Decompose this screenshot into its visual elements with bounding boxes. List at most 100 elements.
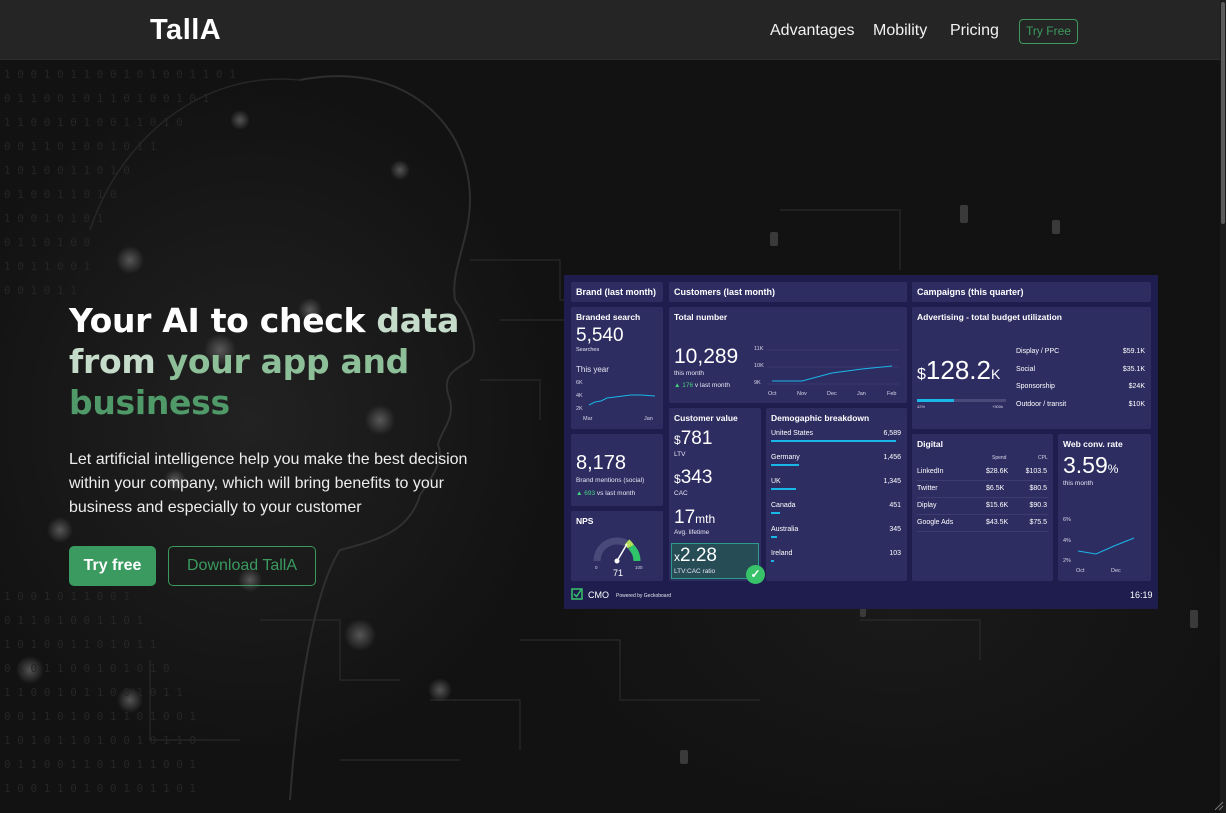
brand-logo[interactable]: TallA [150, 14, 221, 47]
currency-symbol: $ [674, 472, 681, 486]
digital-cpl: $80.5 [1029, 485, 1047, 492]
headline-part: your [166, 342, 250, 381]
page-scrollbar[interactable] [1220, 0, 1226, 813]
svg-text:0 0 1 0 1 1: 0 0 1 0 1 1 [4, 284, 77, 297]
progress-max: +300k [992, 404, 1004, 409]
svg-text:0 1 1 0 0 1 1 0 1 0 1 1 0 0 1: 0 1 1 0 0 1 1 0 1 0 1 1 0 0 1 [4, 758, 196, 771]
resize-grip-icon[interactable] [1212, 799, 1224, 811]
svg-text:0 1 0 1 1 0 0 1 0 1 0 1 0: 0 1 0 1 1 0 0 1 0 1 0 1 0 [4, 662, 170, 675]
headline-part: data [376, 301, 460, 340]
svg-text:1 1 0 0 1 0 1 0 0 1 1 0 1 0: 1 1 0 0 1 0 1 0 0 1 1 0 1 0 [4, 116, 183, 129]
svg-text:0 1 1 0 1 0 0 1 1 0 1: 0 1 1 0 1 0 0 1 1 0 1 [4, 614, 143, 627]
total-number-linechart [767, 349, 899, 385]
branded-search-sparkline [588, 394, 656, 406]
advertising-value: $128.2K [917, 355, 1000, 386]
country-bar [771, 512, 780, 514]
country-label: Australia [771, 526, 799, 533]
dashboard-clock: 16:19 [1130, 590, 1153, 600]
headline-part: from [69, 342, 156, 381]
brand-mentions-label: Brand mentions (social) [576, 477, 645, 484]
table-row-divider [917, 480, 1048, 481]
country-value: 1,456 [883, 454, 901, 461]
ad-channel-value: $24K [1128, 383, 1145, 390]
column-header-spend: Spend [992, 455, 1007, 461]
ratio-label: LTV:CAC ratio [674, 568, 716, 575]
country-bar [771, 536, 778, 538]
headline-part: Your AI to check [69, 301, 366, 340]
headline-part: app and [260, 342, 410, 381]
try-free-button[interactable]: Try free [69, 546, 156, 586]
card-title: Customer value [674, 413, 738, 423]
table-row-divider [917, 514, 1048, 515]
country-bar [771, 440, 896, 442]
ltv-label: LTV [674, 451, 686, 458]
delta-suffix: vs last month [596, 490, 636, 497]
svg-text:0 1 0 0 1 1 0 1 0: 0 1 0 0 1 1 0 1 0 [4, 188, 117, 201]
digital-card: Digital Spend CPL LinkedIn $28.6K $103.5 Tw… [912, 434, 1053, 581]
ratio-amount: 2.28 [680, 545, 717, 566]
digital-channel: LinkedIn [917, 468, 944, 475]
country-label: Germany [771, 454, 800, 461]
svg-text:1 0 1 0 1 1 0 1 0 0 1 0 1 1 0: 1 0 1 0 1 1 0 1 0 0 1 0 1 1 0 [4, 734, 196, 747]
gauge-max: 100 [635, 565, 643, 570]
card-title: Digital [917, 439, 943, 449]
up-arrow-icon: ▲ [576, 490, 583, 497]
table-row-divider [917, 497, 1048, 498]
dashboard-name: CMO [588, 590, 609, 600]
lifetime-label: Avg. lifetime [674, 529, 710, 536]
svg-text:1 0 1 0 0 1 1 0 1 0 1 1: 1 0 1 0 0 1 1 0 1 0 1 1 [4, 638, 156, 651]
country-label: UK [771, 478, 781, 485]
svg-text:1 0 1 0 0 1 1 0 1 0: 1 0 1 0 0 1 1 0 1 0 [4, 164, 130, 177]
advertising-card: Advertising - total budget utilization $… [912, 307, 1151, 429]
total-number-card: Total number 10,289 this month ▲ 176 v l… [669, 307, 907, 403]
svg-text:1 0 0 1 0 1 0 1: 1 0 0 1 0 1 0 1 [4, 212, 103, 225]
web-conv-card: Web conv. rate 3.59% this month 6% 4% 2%… [1058, 434, 1151, 581]
budget-progress-fill [917, 399, 955, 402]
lifetime-unit: mth [695, 512, 716, 526]
cac-amount: 343 [680, 467, 713, 488]
advertising-amount: 128.2 [925, 355, 991, 385]
svg-text:0 1 1 0 0 1 0 1 1 0 1 0 0 1 0: 0 1 1 0 0 1 0 1 1 0 1 0 0 1 0 1 [4, 92, 209, 105]
digital-cpl: $103.5 [1025, 468, 1047, 475]
headline-part: business [69, 383, 230, 422]
section-header-brand: Brand (last month) [571, 282, 663, 302]
checkmark-icon: ✓ [746, 565, 765, 584]
ratio-value: x2.28 [674, 545, 717, 567]
gauge-min: 0 [595, 565, 598, 570]
dashboard-screenshot: Brand (last month) Customers (last month… [564, 275, 1158, 609]
digital-cpl: $75.5 [1029, 519, 1047, 526]
nav-link-advantages[interactable]: Advantages [770, 22, 855, 40]
column-header-cpl: CPL [1038, 455, 1048, 461]
svg-text:1 0 0 1 0 1 1 0 0 1: 1 0 0 1 0 1 1 0 0 1 [4, 590, 130, 603]
table-row-divider [917, 531, 1048, 532]
nps-value: 71 [613, 568, 624, 578]
section-header-campaigns: Campaigns (this quarter) [912, 282, 1151, 302]
svg-text:1 0 0 1 0 1 1 0 0 1 0 1 0 0 1: 1 0 0 1 0 1 1 0 0 1 0 1 0 0 1 1 0 1 [4, 68, 236, 81]
nps-card: NPS 0 100 71 [571, 511, 663, 581]
section-header-customers: Customers (last month) [669, 282, 907, 302]
download-button[interactable]: Download TallA [168, 546, 316, 586]
nav-try-free-button[interactable]: Try Free [1019, 19, 1078, 44]
hero-subtext: Let artificial intelligence help you mak… [69, 451, 468, 516]
nav-link-pricing[interactable]: Pricing [950, 22, 999, 40]
ad-channel-value: $35.1K [1122, 365, 1145, 373]
svg-text:1 0 1 1 0 0 1: 1 0 1 1 0 0 1 [4, 260, 90, 273]
digital-spend: $6.5K [986, 485, 1005, 492]
ad-channel-label: Outdoor / transit [1016, 400, 1067, 408]
scrollbar-thumb[interactable] [1221, 2, 1225, 224]
country-bar [771, 488, 796, 490]
svg-text:1 1 0 0 1 0 1 1 0 0 1 0 1 1: 1 1 0 0 1 0 1 1 0 0 1 0 1 1 [4, 686, 183, 699]
advertising-unit: K [990, 366, 1001, 382]
brand-mentions-delta: ▲ 693 vs last month [576, 490, 635, 497]
nav-link-mobility[interactable]: Mobility [873, 22, 927, 40]
ad-channel-value: $10K [1128, 400, 1145, 408]
lifetime-value: 17mth [674, 507, 715, 529]
svg-text:0 1 1 0 1 0 0: 0 1 1 0 1 0 0 [4, 236, 90, 249]
country-label: Canada [771, 502, 796, 509]
currency-symbol: $ [674, 433, 681, 447]
currency-symbol: $ [917, 366, 926, 383]
country-bar [771, 560, 774, 562]
cac-label: CAC [674, 490, 688, 497]
country-bar [771, 464, 799, 466]
digital-channel: Diplay [917, 502, 937, 509]
